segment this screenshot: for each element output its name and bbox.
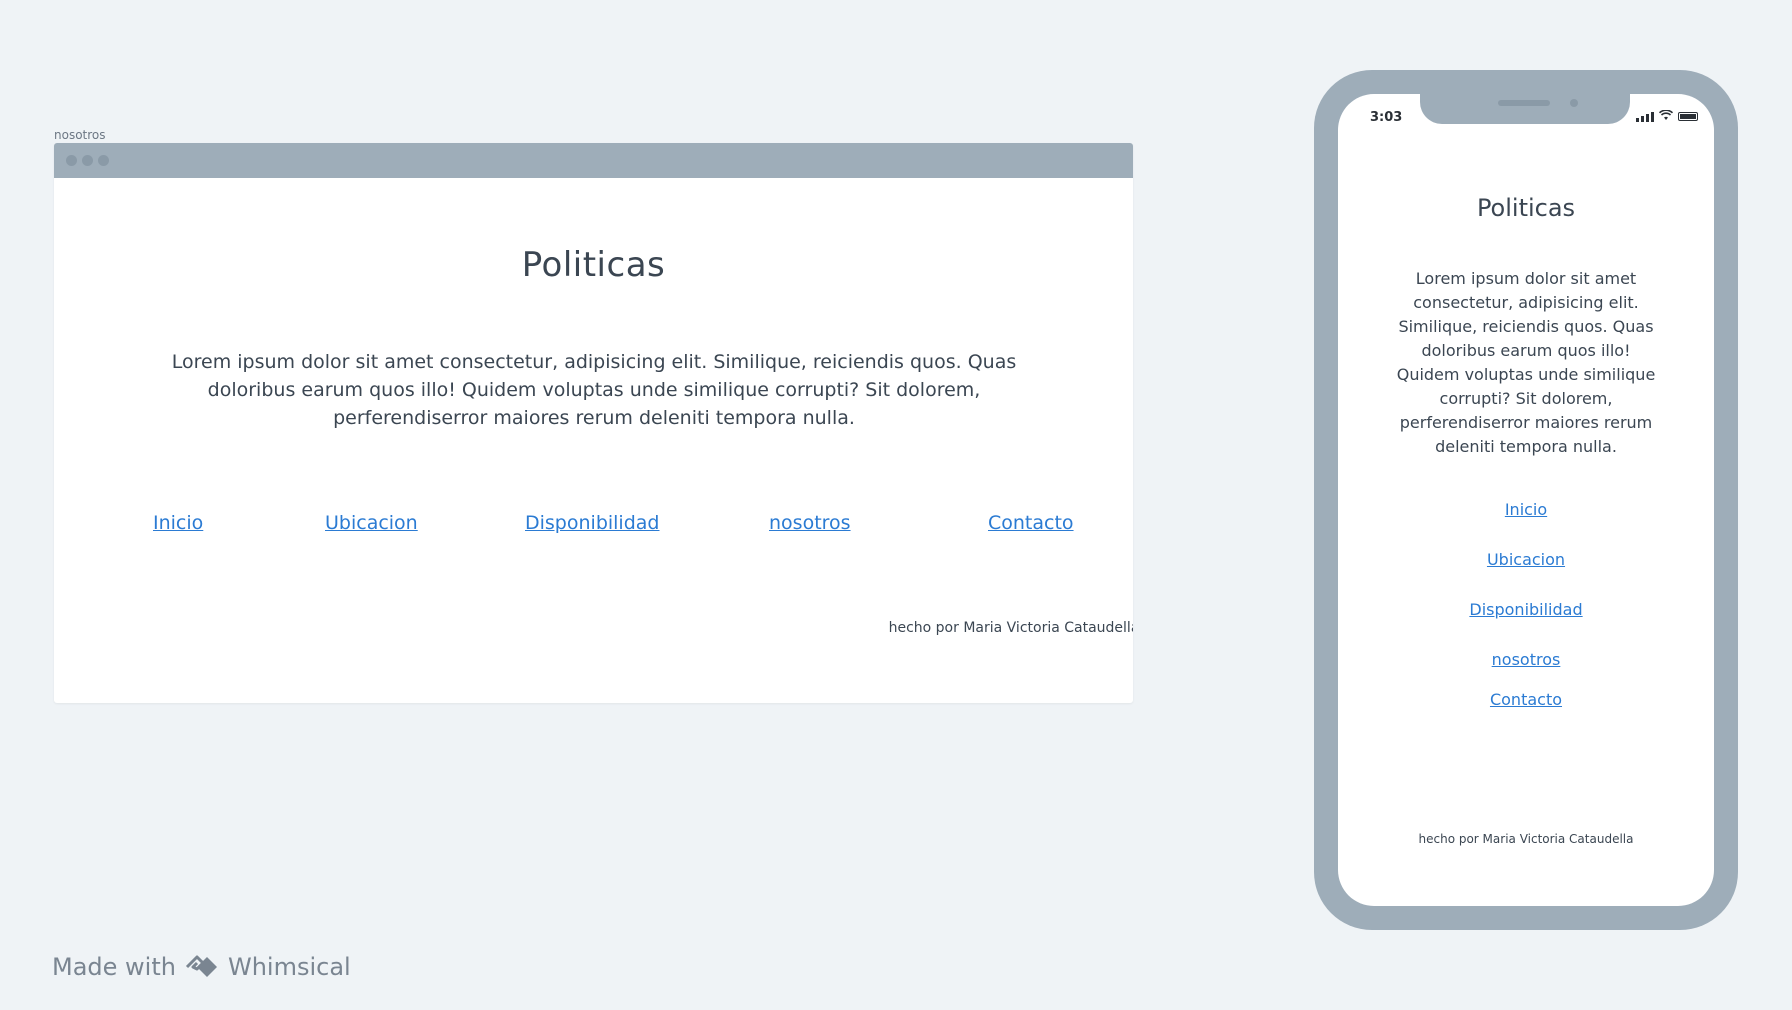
nav-link-inicio[interactable]: Inicio bbox=[153, 512, 203, 534]
nav-link-contacto[interactable]: Contacto bbox=[988, 512, 1074, 534]
mobile-nav-link-inicio[interactable]: Inicio bbox=[1338, 500, 1714, 519]
footer-credit: hecho por Maria Victoria Cataudella bbox=[888, 620, 1133, 636]
page-title: Politicas bbox=[521, 245, 666, 285]
policy-paragraph: Lorem ipsum dolor sit amet consectetur, … bbox=[171, 351, 1017, 429]
mobile-page-title: Politicas bbox=[1476, 194, 1576, 222]
speaker-icon bbox=[1498, 100, 1550, 106]
wifi-icon bbox=[1658, 109, 1674, 123]
nav-link-nosotros[interactable]: nosotros bbox=[769, 512, 851, 534]
camera-icon bbox=[1570, 99, 1578, 107]
made-with-badge[interactable]: Made with Whimsical bbox=[52, 953, 351, 981]
phone-screen: 3:03 Politicas Lorem ipsum dolor sit ame… bbox=[1338, 94, 1714, 906]
phone-notch bbox=[1420, 94, 1630, 124]
mobile-nav-link-contacto[interactable]: Contacto bbox=[1338, 690, 1714, 709]
browser-title-bar bbox=[54, 143, 1133, 178]
mobile-policy-paragraph: Lorem ipsum dolor sit amet consectetur, … bbox=[1396, 269, 1656, 456]
mobile-nav-link-disponibilidad[interactable]: Disponibilidad bbox=[1338, 600, 1714, 619]
nav-link-disponibilidad[interactable]: Disponibilidad bbox=[525, 512, 659, 534]
whimsical-logo-icon bbox=[184, 955, 220, 979]
signal-icon bbox=[1636, 111, 1654, 122]
window-controls bbox=[66, 155, 109, 166]
phone-frame: 3:03 Politicas Lorem ipsum dolor sit ame… bbox=[1314, 70, 1738, 930]
mobile-nav-link-nosotros[interactable]: nosotros bbox=[1338, 650, 1714, 669]
battery-icon bbox=[1678, 112, 1698, 121]
mobile-footer-credit: hecho por Maria Victoria Cataudella bbox=[1418, 832, 1634, 846]
window-dot-icon bbox=[66, 155, 77, 166]
window-dot-icon bbox=[82, 155, 93, 166]
browser-frame-label: nosotros bbox=[54, 128, 106, 142]
status-time: 3:03 bbox=[1370, 110, 1403, 125]
mobile-nav-link-ubicacion[interactable]: Ubicacion bbox=[1338, 550, 1714, 569]
browser-frame: Politicas Lorem ipsum dolor sit amet con… bbox=[54, 143, 1133, 703]
whimsical-brand-text: Whimsical bbox=[227, 953, 351, 981]
status-icons bbox=[1636, 109, 1698, 123]
made-with-text: Made with bbox=[52, 953, 176, 981]
window-dot-icon bbox=[98, 155, 109, 166]
nav-link-ubicacion[interactable]: Ubicacion bbox=[325, 512, 418, 534]
